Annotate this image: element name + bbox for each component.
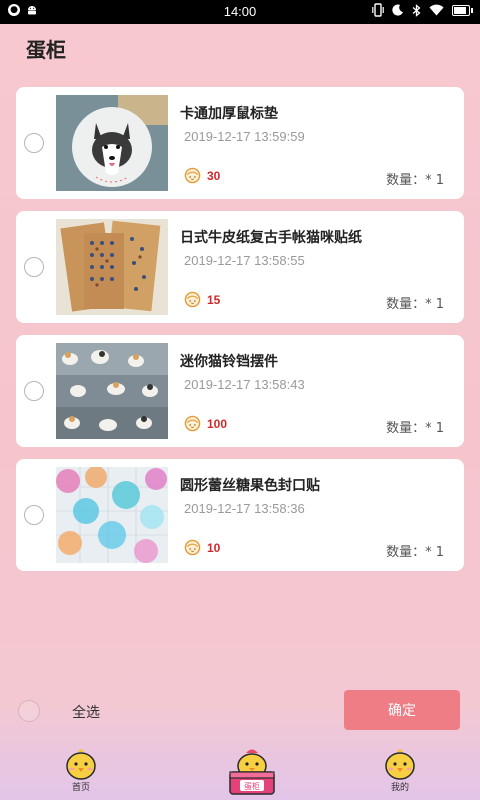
item-select-radio[interactable] [24,381,44,401]
do-not-disturb-icon [392,4,403,16]
battery-icon [452,4,473,16]
select-all-radio[interactable] [18,700,40,722]
egg-coin-icon [184,167,201,184]
item-select-radio[interactable] [24,133,44,153]
tab-egg-cabinet-label: 蛋柜 [244,781,260,791]
cabinet-item-card[interactable]: 卡通加厚鼠标垫 2019-12-17 13:59:59 30 数量：* 1 [16,87,464,199]
item-price-value: 15 [207,292,221,307]
chick-profile-icon [385,749,415,780]
item-name: 迷你猫铃铛摆件 [180,354,278,370]
cabinet-item-card[interactable]: 圆形蕾丝糖果色封口贴 2019-12-17 13:58:36 10 数量：* 1 [16,459,464,571]
item-price: 100 [184,415,227,432]
item-price-value: 10 [207,540,221,555]
item-time: 2019-12-17 13:58:36 [184,501,305,516]
item-price-value: 100 [207,416,228,431]
item-name: 圆形蕾丝糖果色封口贴 [180,478,320,494]
select-all-label[interactable]: 全选 [72,702,100,722]
wifi-icon [429,4,444,16]
tab-home-label: 首页 [71,783,90,793]
item-price: 10 [184,539,220,556]
item-name: 日式牛皮纸复古手帐猫咪贴纸 [180,230,362,246]
item-quantity: 数量：* 1 [386,173,444,188]
bottom-tab-bar: 首页 蛋柜 我的 [0,742,480,800]
item-price: 15 [184,291,220,308]
egg-coin-icon [184,415,201,432]
item-time: 2019-12-17 13:59:59 [184,129,305,144]
egg-coin-icon [184,539,201,556]
item-time: 2019-12-17 13:58:55 [184,253,305,268]
item-time: 2019-12-17 13:58:43 [184,377,305,392]
tab-home[interactable]: 首页 [41,742,121,800]
bluetooth-icon [412,3,421,17]
status-bar: ● 14:00 [0,0,480,24]
egg-coin-icon [184,291,201,308]
vibrate-icon [372,3,384,17]
item-quantity: 数量：* 1 [386,421,444,436]
cabinet-item-card[interactable]: 迷你猫铃铛摆件 2019-12-17 13:58:43 100 数量：* 1 [16,335,464,447]
egg-cabinet-icon: 蛋柜 [229,749,275,795]
chick-icon [66,749,96,780]
item-name: 卡通加厚鼠标垫 [180,106,278,122]
tab-profile[interactable]: 我的 [360,742,440,800]
item-image[interactable] [56,343,168,439]
item-select-radio[interactable] [24,505,44,525]
item-quantity: 数量：* 1 [386,545,444,560]
item-image[interactable] [56,219,168,315]
item-quantity: 数量：* 1 [386,297,444,312]
item-image[interactable] [56,467,168,563]
page-title: 蛋柜 [26,38,66,62]
tab-egg-cabinet[interactable]: 蛋柜 [212,742,292,800]
tab-profile-label: 我的 [390,783,409,793]
cabinet-item-card[interactable]: 日式牛皮纸复古手帐猫咪贴纸 2019-12-17 13:58:55 15 数量：… [16,211,464,323]
item-price: 30 [184,167,220,184]
confirm-button[interactable]: 确定 [344,690,460,730]
item-select-radio[interactable] [24,257,44,277]
item-image[interactable] [56,95,168,191]
item-price-value: 30 [207,168,221,183]
